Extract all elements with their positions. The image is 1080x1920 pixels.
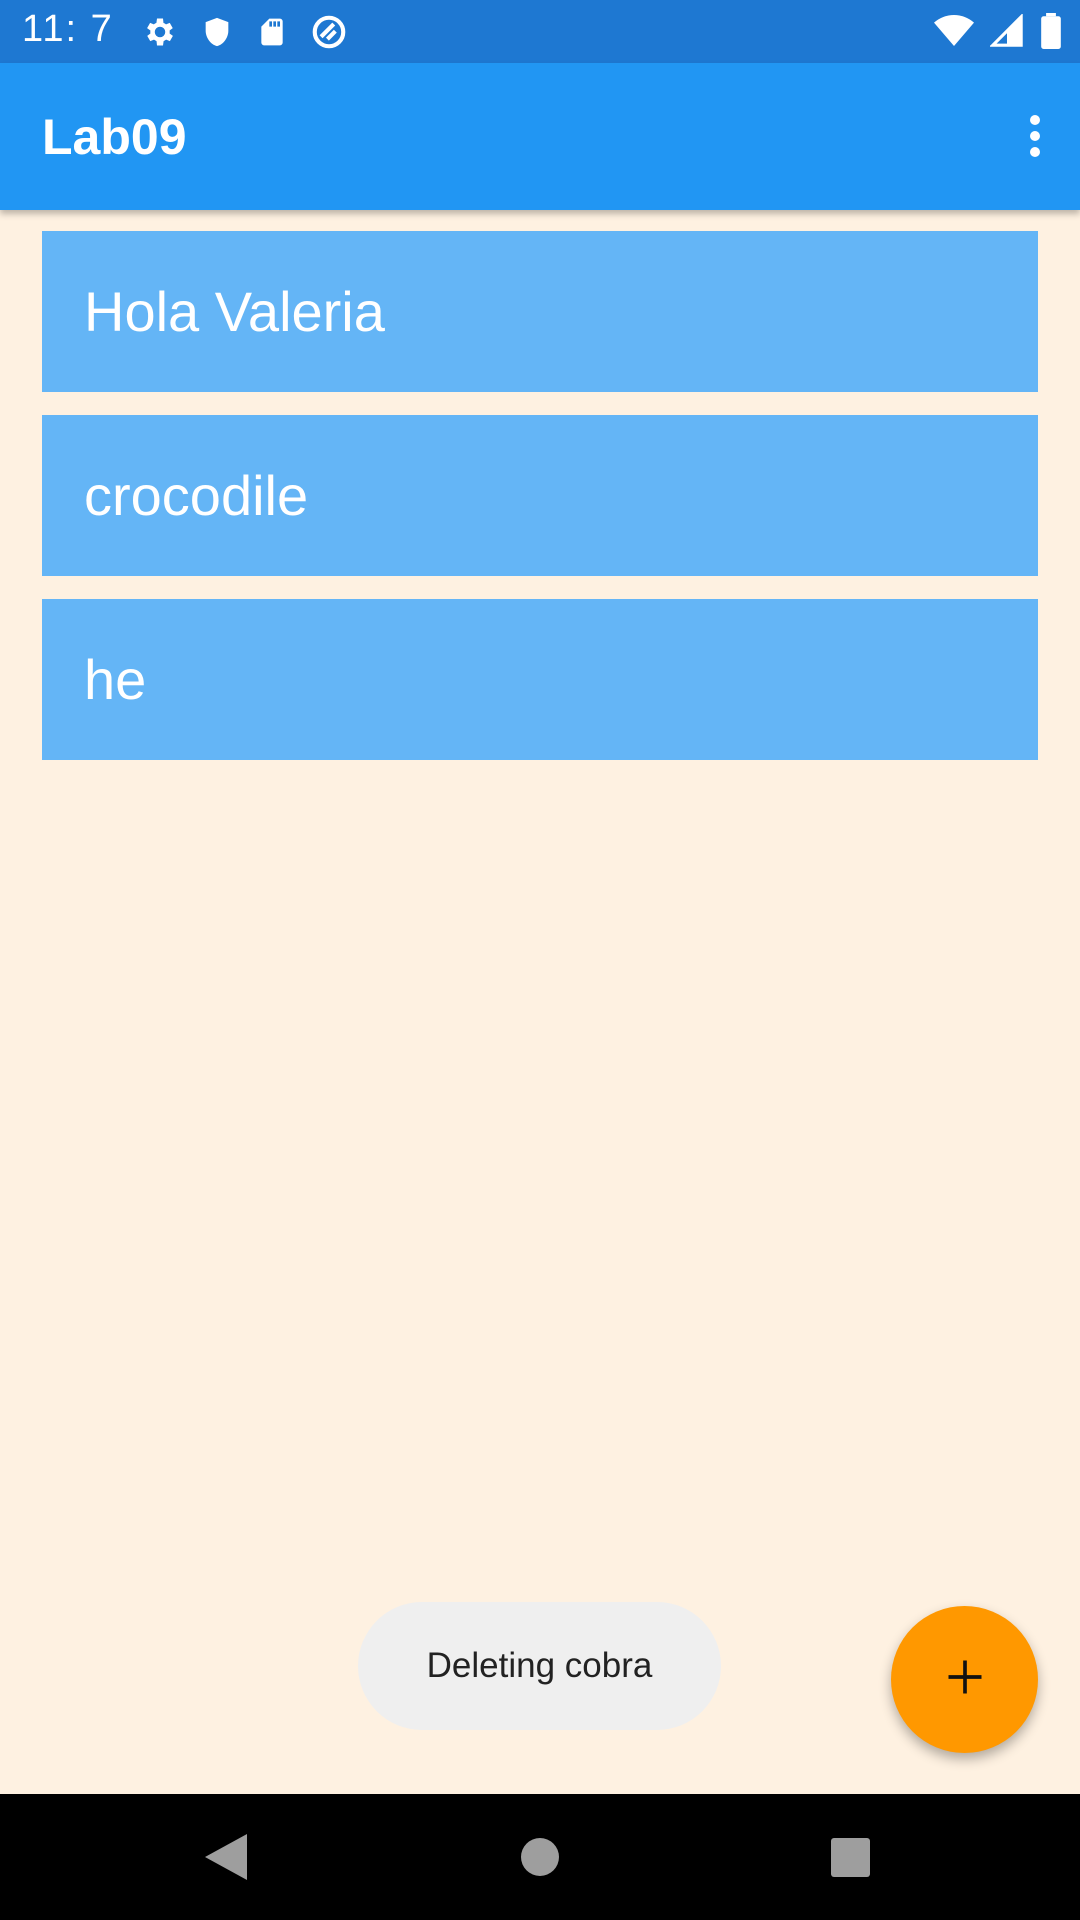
list-item[interactable]: he xyxy=(42,599,1038,760)
settings-icon xyxy=(142,14,178,50)
status-icons-left xyxy=(142,13,348,51)
status-time: 11: 7 xyxy=(22,8,114,50)
toast-message: Deleting cobra xyxy=(358,1602,721,1730)
status-icons-right xyxy=(934,13,1062,49)
status-bar: 11: 7 xyxy=(0,0,1080,63)
sync-icon xyxy=(310,13,348,51)
home-icon[interactable] xyxy=(521,1838,559,1876)
list-item-label: Hola Valeria xyxy=(84,280,385,343)
item-list: Hola Valeria crocodile he xyxy=(42,231,1038,783)
add-button[interactable] xyxy=(891,1606,1038,1753)
battery-icon xyxy=(1040,13,1062,49)
navigation-bar xyxy=(0,1794,1080,1920)
list-item-label: he xyxy=(84,648,147,711)
recents-icon[interactable] xyxy=(831,1838,870,1877)
add-icon xyxy=(943,1655,987,1704)
list-item-label: crocodile xyxy=(84,464,309,527)
shield-icon xyxy=(200,14,234,50)
signal-icon xyxy=(990,14,1024,48)
more-vert-icon[interactable] xyxy=(1020,111,1050,161)
sd-card-icon xyxy=(256,14,288,50)
wifi-icon xyxy=(934,14,974,48)
list-item[interactable]: crocodile xyxy=(42,415,1038,576)
app-title: Lab09 xyxy=(42,109,187,165)
list-item[interactable]: Hola Valeria xyxy=(42,231,1038,392)
app-bar: Lab09 xyxy=(0,63,1080,210)
back-icon[interactable] xyxy=(205,1834,247,1885)
